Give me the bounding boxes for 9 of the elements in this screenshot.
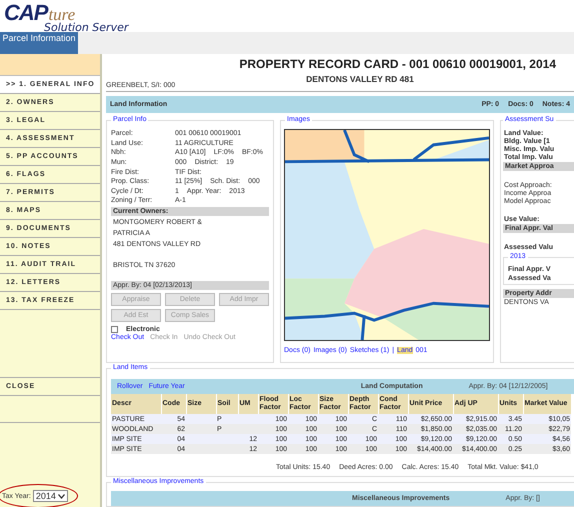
checkbox[interactable]	[111, 326, 118, 333]
page-title: PROPERTY RECORD CARD - 001 00610 00019001, 2014	[238, 56, 557, 71]
logo-text: CAP	[4, 0, 48, 24]
page-subtitle: DENTONS VALLEY RD 481	[305, 74, 415, 84]
tax-year-select[interactable]: 2014	[32, 490, 68, 502]
chevron-down-icon	[58, 494, 65, 498]
tab[interactable]: Parcel Information	[0, 32, 78, 54]
logo-subtitle: Solution Server	[44, 22, 130, 32]
logo-script-text: ture	[48, 4, 76, 24]
